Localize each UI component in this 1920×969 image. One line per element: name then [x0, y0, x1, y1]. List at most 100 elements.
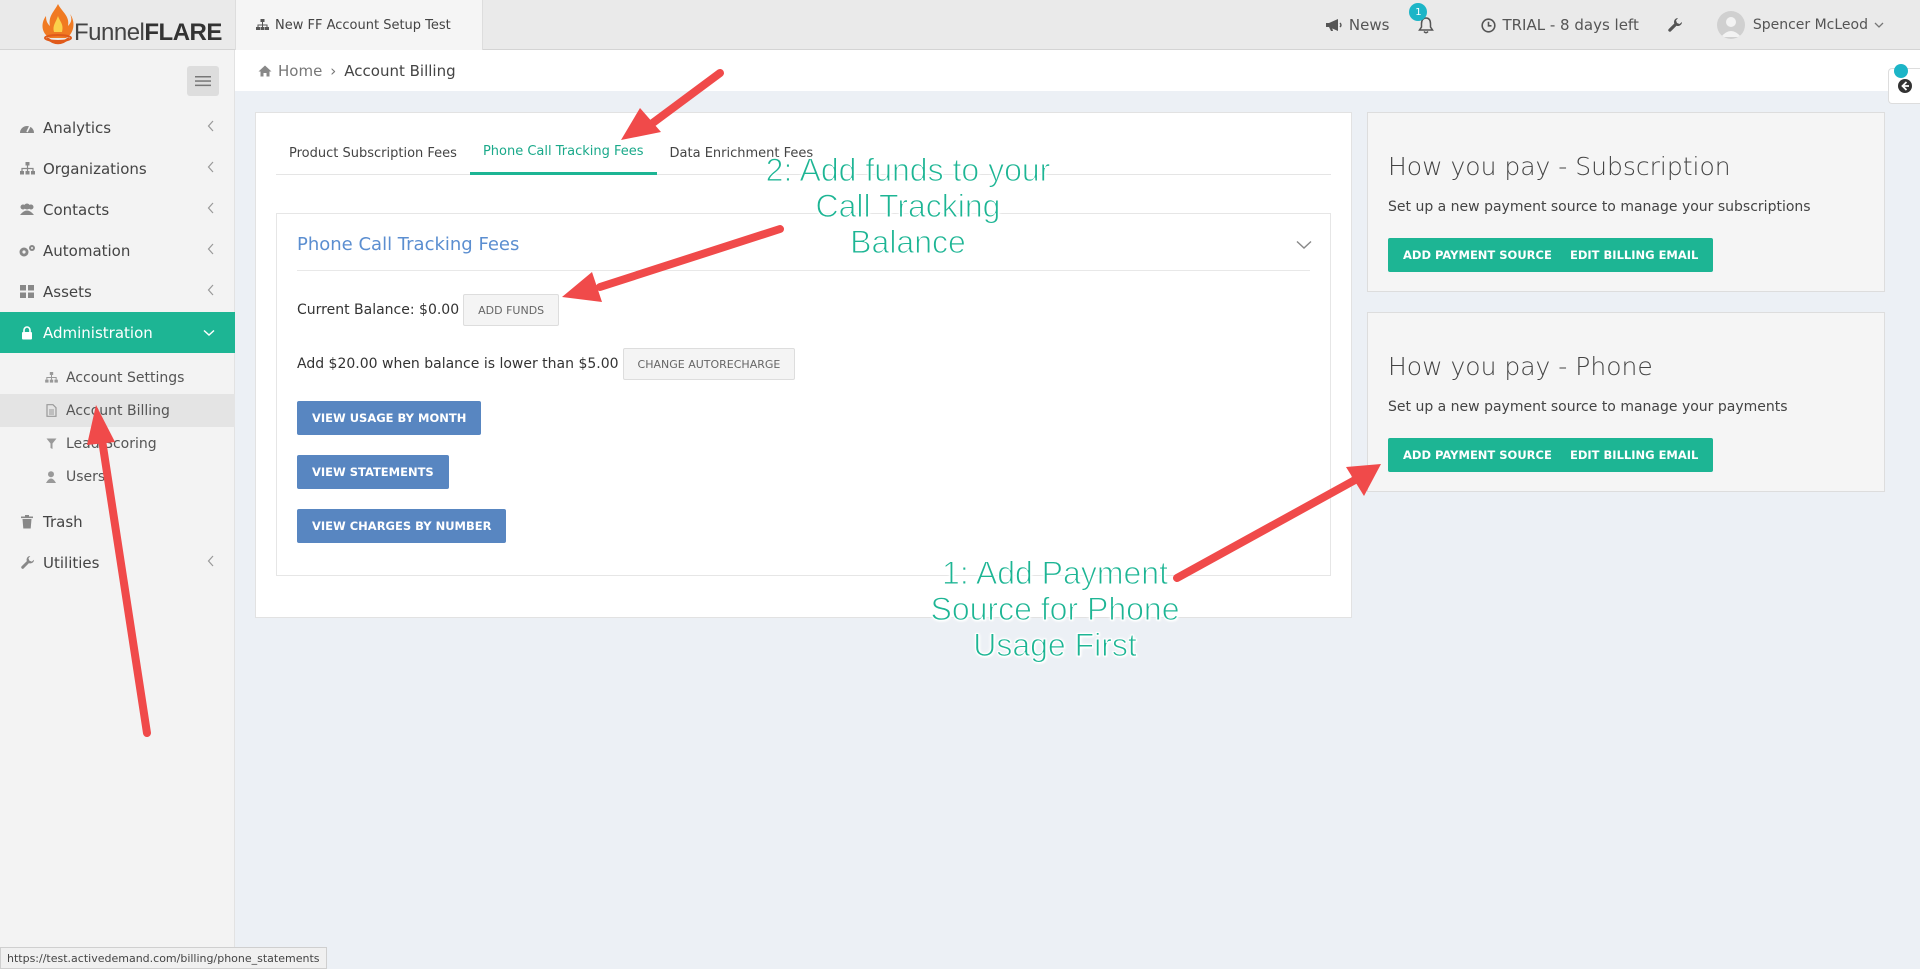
sidebar-subitem-label: Lead Scoring — [66, 435, 157, 452]
sidebar-nav: Analytics Organizations Contacts Automat… — [0, 107, 235, 583]
chevron-left-icon — [207, 284, 214, 296]
view-statements-button[interactable]: VIEW STATEMENTS — [297, 455, 449, 489]
pay-subscription-panel: How you pay - Subscription Set up a new … — [1367, 112, 1885, 292]
account-tab[interactable]: New FF Account Setup Test — [235, 0, 483, 50]
chevron-left-icon — [207, 120, 214, 132]
wrench-icon — [20, 555, 34, 569]
sidebar-subitem-account-settings[interactable]: Account Settings — [0, 361, 235, 394]
current-balance-text: Current Balance: $0.00 — [297, 302, 460, 318]
sidebar-item-contacts[interactable]: Contacts — [0, 189, 235, 230]
filter-icon — [46, 438, 56, 449]
sidebar-item-automation[interactable]: Automation — [0, 230, 235, 271]
tachometer-icon — [20, 125, 34, 133]
settings-wrench-button[interactable] — [1667, 17, 1689, 33]
clock-icon — [1481, 17, 1497, 33]
change-autorecharge-button[interactable]: CHANGE AUTORECHARGE — [622, 348, 796, 380]
home-icon — [258, 65, 272, 76]
notifications-button[interactable]: 1 — [1409, 3, 1441, 34]
sidebar-item-label: Assets — [43, 282, 92, 301]
sidebar-item-label: Trash — [43, 512, 83, 531]
trial-status[interactable]: TRIAL - 8 days left — [1481, 16, 1639, 34]
pay-phone-desc: Set up a new payment source to manage yo… — [1388, 399, 1788, 415]
administration-subnav: Account Settings Account Billing Lead Sc… — [0, 353, 235, 501]
sidebar-item-organizations[interactable]: Organizations — [0, 148, 235, 189]
tab-phone-call-tracking-fees[interactable]: Phone Call Tracking Fees — [469, 131, 657, 175]
user-name: Spencer McLeod — [1752, 17, 1868, 33]
chevron-down-icon — [1874, 22, 1884, 28]
sidebar-toggle-button[interactable] — [187, 66, 219, 96]
user-icon — [46, 470, 56, 483]
sidebar-subitem-lead-scoring[interactable]: Lead Scoring — [0, 427, 235, 460]
sidebar-subitem-label: Users — [66, 468, 106, 485]
chevron-left-icon — [207, 555, 214, 567]
divider — [297, 270, 1310, 271]
avatar — [1716, 11, 1745, 39]
right-panel-toggle[interactable] — [1888, 64, 1920, 104]
top-right-menu: News 1 TRIAL - 8 days left Spencer McLeo… — [1325, 0, 1920, 50]
panel-badge — [1894, 64, 1908, 78]
annotation-line: Balance — [850, 224, 967, 261]
balance-row: Current Balance: $0.00 ADD FUNDS — [297, 294, 560, 326]
sidebar-item-trash[interactable]: Trash — [0, 501, 235, 542]
grid-icon — [20, 285, 34, 298]
sidebar-subitem-users[interactable]: Users — [0, 460, 235, 493]
sidebar-item-label: Contacts — [43, 200, 110, 219]
sidebar-item-label: Automation — [43, 241, 131, 260]
news-label: News — [1348, 16, 1390, 34]
logo-wordmark: FunnelFLARE — [74, 19, 222, 46]
trash-icon — [21, 514, 33, 528]
breadcrumb: Home › Account Billing — [235, 50, 1920, 104]
add-funds-button[interactable]: ADD FUNDS — [463, 294, 560, 326]
phone-call-tracking-box: Phone Call Tracking Fees Current Balance… — [276, 213, 1331, 576]
trial-label: TRIAL - 8 days left — [1502, 16, 1639, 34]
status-bar-url: https://test.activedemand.com/billing/ph… — [0, 947, 327, 969]
news-link[interactable]: News — [1325, 16, 1390, 34]
funnelflare-logo[interactable]: FunnelFLARE — [40, 2, 222, 48]
add-payment-source-button[interactable]: ADD PAYMENT SOURCE — [1388, 238, 1567, 272]
top-bar: FunnelFLARE New FF Account Setup Test Ne… — [0, 0, 1920, 50]
view-charges-by-number-button[interactable]: VIEW CHARGES BY NUMBER — [297, 509, 507, 543]
annotation-step-2: 2: Add funds to your Call Tracking Balan… — [743, 152, 1073, 261]
arrow-circle-left-icon — [1897, 79, 1912, 93]
annotation-line: Source for Phone — [930, 591, 1180, 628]
document-icon — [45, 404, 57, 417]
autorecharge-text: Add $20.00 when balance is lower than $5… — [297, 356, 619, 372]
flame-icon — [42, 4, 74, 45]
user-menu[interactable]: Spencer McLeod — [1716, 11, 1890, 39]
sidebar-item-assets[interactable]: Assets — [0, 271, 235, 312]
breadcrumb-home[interactable]: Home — [258, 62, 322, 80]
pay-subscription-title: How you pay - Subscription — [1388, 152, 1731, 181]
sidebar-item-label: Utilities — [43, 553, 100, 572]
annotation-step-1: 1: Add Payment Source for Phone Usage Fi… — [900, 555, 1210, 664]
edit-billing-email-button[interactable]: EDIT BILLING EMAIL — [1555, 238, 1714, 272]
edit-billing-email-phone-button[interactable]: EDIT BILLING EMAIL — [1555, 438, 1714, 472]
cogs-icon — [19, 244, 35, 256]
chevron-left-icon — [207, 243, 214, 255]
sidebar-subitem-label: Account Settings — [66, 369, 185, 386]
sidebar-item-label: Administration — [43, 323, 153, 342]
wrench-icon — [1668, 18, 1682, 32]
chevron-left-icon — [207, 161, 214, 173]
sidebar-subitem-label: Account Billing — [66, 402, 170, 419]
sidebar-subitem-account-billing[interactable]: Account Billing — [0, 394, 235, 427]
annotation-line: Call Tracking — [815, 188, 1001, 225]
chevron-down-icon[interactable] — [1296, 240, 1312, 250]
annotation-line: 1: Add Payment — [942, 555, 1169, 592]
sidebar-item-analytics[interactable]: Analytics — [0, 107, 235, 148]
view-usage-by-month-button[interactable]: VIEW USAGE BY MONTH — [297, 401, 482, 435]
sidebar-item-administration[interactable]: Administration — [0, 312, 235, 353]
autorecharge-row: Add $20.00 when balance is lower than $5… — [297, 348, 796, 380]
tab-product-subscription-fees[interactable]: Product Subscription Fees — [276, 131, 470, 175]
add-payment-source-phone-button[interactable]: ADD PAYMENT SOURCE — [1388, 438, 1567, 472]
sidebar-item-utilities[interactable]: Utilities — [0, 542, 235, 583]
users-icon — [20, 203, 34, 215]
pay-phone-panel: How you pay - Phone Set up a new payment… — [1367, 312, 1885, 492]
pay-phone-title: How you pay - Phone — [1388, 352, 1653, 381]
sitemap-icon — [19, 162, 35, 175]
megaphone-icon — [1325, 19, 1342, 31]
chevron-left-icon — [207, 202, 214, 214]
sidebar-item-label: Organizations — [43, 159, 147, 178]
annotation-line: Usage First — [973, 627, 1138, 664]
phone-panel-title: Phone Call Tracking Fees — [297, 234, 520, 255]
breadcrumb-separator: › — [330, 61, 337, 80]
